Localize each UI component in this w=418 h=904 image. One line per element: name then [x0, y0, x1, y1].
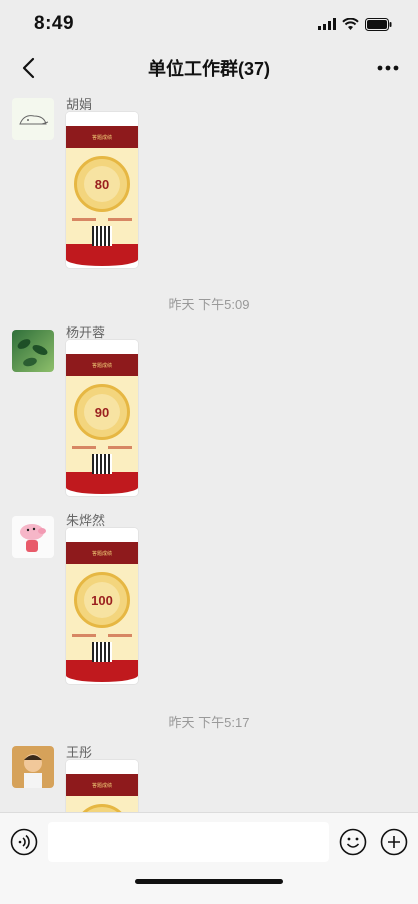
avatar-child-icon — [24, 754, 42, 788]
more-icon — [377, 65, 399, 71]
qr-code-icon — [92, 454, 112, 474]
time-separator: 昨天 下午5:17 — [168, 715, 250, 730]
avatar-pig-icon — [20, 524, 46, 552]
time-separator: 昨天 下午5:09 — [168, 297, 250, 312]
score-value: 100 — [84, 582, 120, 618]
medal-icon — [74, 804, 130, 812]
nav-bar: 单位工作群(37) — [0, 48, 418, 88]
input-bar — [0, 812, 418, 904]
home-indicator — [135, 879, 283, 884]
score-value: 90 — [84, 394, 120, 430]
medal-icon: 90 — [74, 384, 130, 440]
avatar-doodle-icon — [19, 115, 49, 125]
message-input[interactable] — [48, 822, 329, 862]
back-button[interactable] — [14, 54, 42, 82]
battery-icon — [365, 17, 392, 31]
sender-name: 胡娟 — [66, 97, 93, 112]
sender-name: 王彤 — [66, 745, 93, 760]
sender-name: 朱烨然 — [66, 513, 106, 528]
score-card-image[interactable]: 答题成绩 90 — [66, 340, 138, 496]
status-time: 8:49 — [34, 13, 75, 34]
avatar[interactable] — [12, 98, 54, 140]
score-card-image[interactable]: 答题成绩 100 — [66, 528, 138, 684]
more-actions-button[interactable] — [380, 828, 408, 856]
voice-button[interactable] — [10, 828, 38, 856]
wifi-icon — [342, 18, 359, 30]
plus-icon — [380, 828, 408, 856]
emoji-button[interactable] — [339, 828, 367, 856]
more-button[interactable] — [374, 56, 402, 80]
chevron-left-icon — [22, 57, 35, 79]
voice-icon — [10, 828, 38, 856]
medal-icon: 100 — [74, 572, 130, 628]
avatar[interactable] — [12, 746, 54, 788]
card-banner: 答题成绩 — [91, 362, 112, 369]
medal-icon: 80 — [74, 156, 130, 212]
status-bar: 8:49 — [0, 0, 418, 48]
card-banner: 答题成绩 — [91, 550, 112, 557]
score-value: 80 — [84, 166, 120, 202]
status-icons — [318, 17, 392, 31]
score-card-image[interactable]: 答题成绩 — [66, 760, 138, 812]
card-banner: 答题成绩 — [91, 134, 112, 141]
qr-code-icon — [92, 226, 112, 246]
avatar[interactable] — [12, 330, 54, 372]
chat-title: 单位工作群(37) — [147, 59, 270, 79]
qr-code-icon — [92, 642, 112, 662]
avatar[interactable] — [12, 516, 54, 558]
score-card-image[interactable]: 答题成绩 80 — [66, 112, 138, 268]
sender-name: 杨开蓉 — [66, 325, 106, 340]
signal-icon — [318, 18, 336, 30]
chat-list[interactable]: 胡娟 答题成绩 80 昨天 下午5:09 杨开蓉 答题成绩 90 朱烨然 答题成… — [0, 88, 418, 812]
avatar-leaves-icon — [17, 339, 48, 367]
emoji-icon — [339, 828, 367, 856]
card-banner: 答题成绩 — [91, 782, 112, 789]
